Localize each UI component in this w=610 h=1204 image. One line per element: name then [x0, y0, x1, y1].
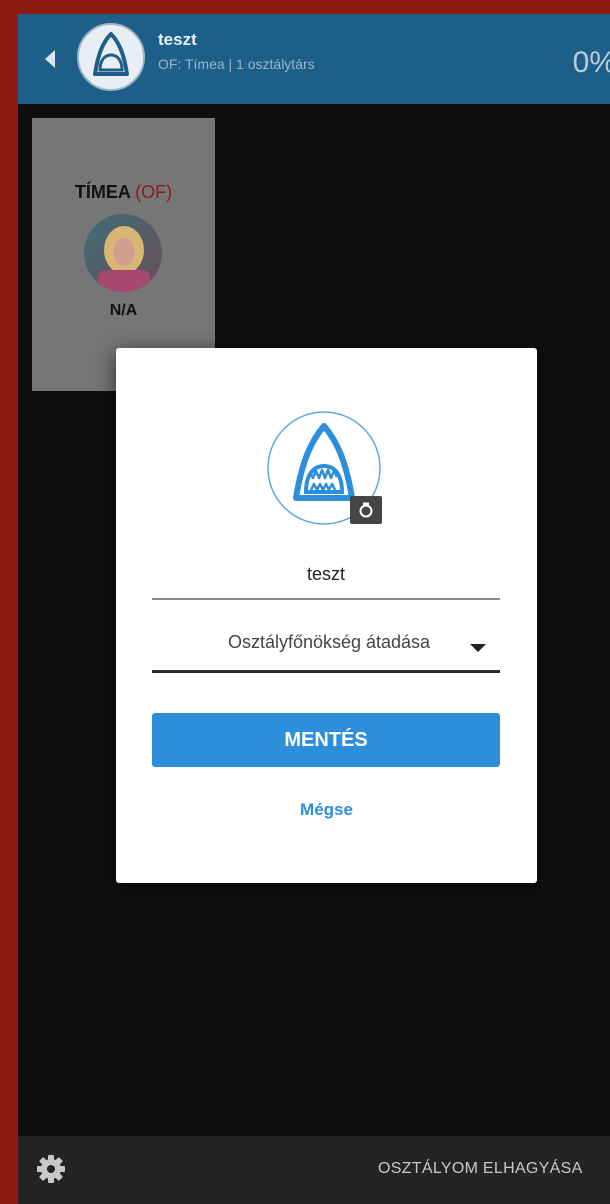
gear-icon[interactable] — [36, 1154, 66, 1184]
class-name-input[interactable] — [152, 550, 500, 600]
camera-icon — [359, 502, 373, 518]
cancel-button[interactable]: Mégse — [116, 800, 537, 820]
class-subtitle: OF: Tímea | 1 osztálytárs — [158, 56, 315, 72]
save-button[interactable]: MENTÉS — [152, 713, 500, 767]
bottom-bar: OSZTÁLYOM ELHAGYÁSA — [18, 1136, 610, 1204]
top-bar: teszt OF: Tímea | 1 osztálytárs 0% — [18, 14, 610, 104]
member-role: (OF) — [135, 182, 173, 202]
avatar — [84, 214, 162, 292]
app-screen: teszt OF: Tímea | 1 osztálytárs 0% TÍMEA… — [18, 14, 610, 1204]
leave-class-button[interactable]: OSZTÁLYOM ELHAGYÁSA — [378, 1160, 583, 1178]
change-photo-button[interactable] — [350, 496, 382, 524]
class-title: teszt — [158, 30, 197, 49]
progress-percent: 0% — [572, 46, 610, 79]
edit-class-dialog: Osztályfőnökség átadása MENTÉS Mégse — [116, 348, 537, 883]
shark-logo-icon[interactable] — [76, 22, 146, 92]
action-select[interactable]: Osztályfőnökség átadása — [152, 618, 500, 673]
member-score: N/A — [109, 302, 138, 319]
member-name-line: TÍMEA (OF) — [32, 182, 215, 203]
back-button[interactable] — [38, 42, 62, 76]
back-arrow-icon — [45, 50, 55, 68]
member-name: TÍMEA — [74, 182, 131, 202]
caret-down-icon — [470, 644, 486, 652]
select-value: Osztályfőnökség átadása — [227, 632, 431, 652]
